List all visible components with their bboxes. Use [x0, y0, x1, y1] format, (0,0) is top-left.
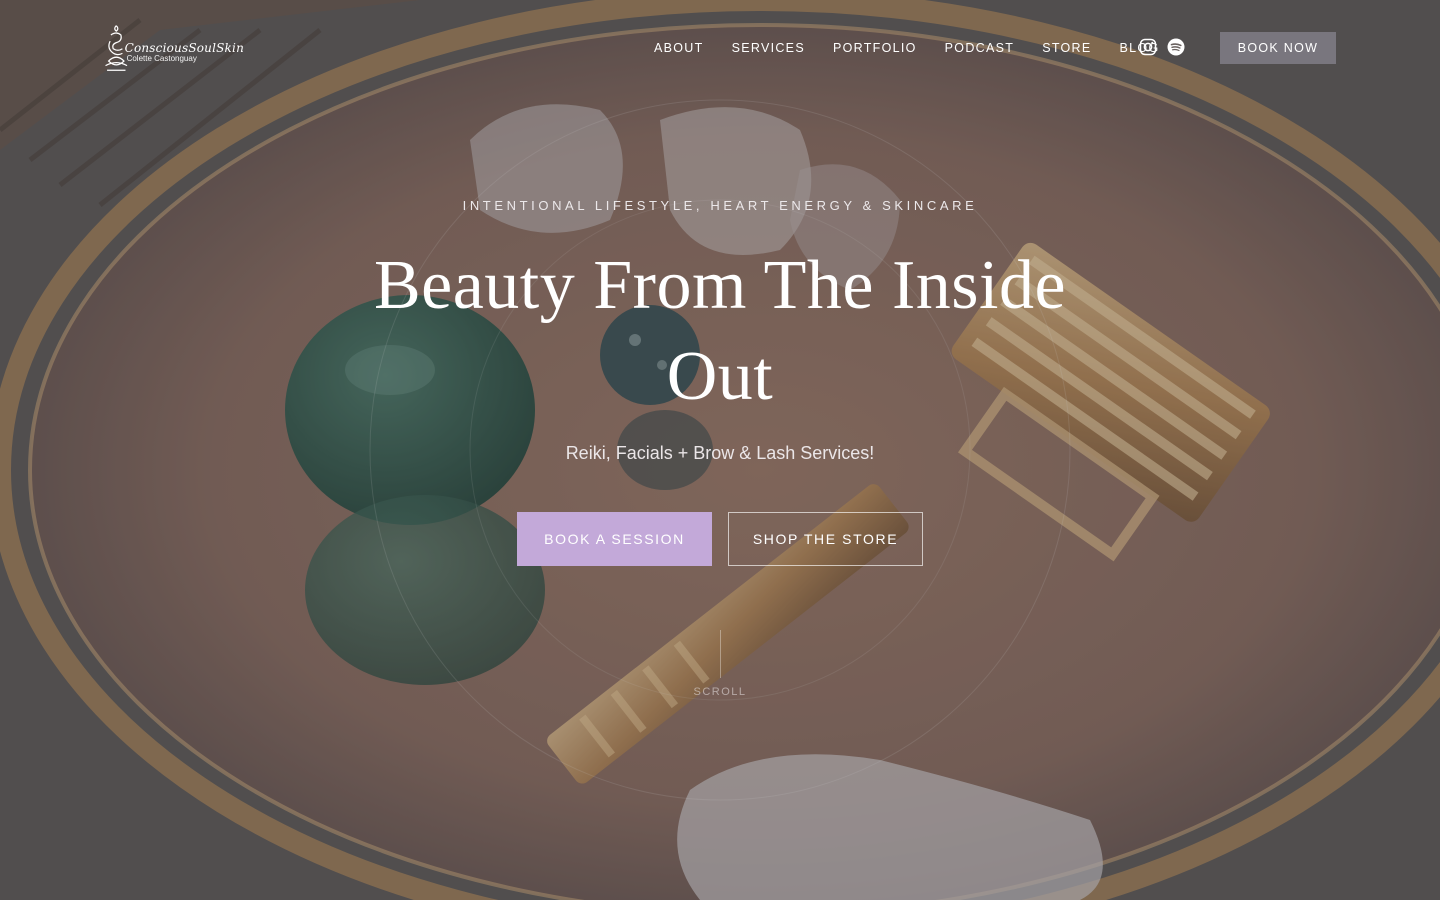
- brand-tagline: Colette Castonguay: [126, 53, 197, 63]
- scroll-indicator-line: [720, 630, 721, 678]
- hero-headline: Beauty From The Inside Out: [373, 247, 1067, 415]
- nav-item-portfolio[interactable]: PORTFOLIO: [833, 41, 917, 55]
- shop-store-button[interactable]: SHOP THE STORE: [728, 512, 923, 566]
- main-nav: ABOUT SERVICES PORTFOLIO PODCAST STORE B…: [640, 38, 1173, 58]
- nav-item-about[interactable]: ABOUT: [654, 41, 704, 55]
- nav-item-services[interactable]: SERVICES: [732, 41, 805, 55]
- spotify-icon[interactable]: [1167, 38, 1185, 56]
- brand-name: ConsciousSoulSkin: [124, 40, 244, 55]
- scroll-indicator-label[interactable]: SCROLL: [0, 686, 1440, 698]
- site-logo[interactable]: ConsciousSoulSkin Colette Castonguay: [104, 14, 244, 82]
- hero-kicker: INTENTIONAL LIFESTYLE, HEART ENERGY & SK…: [462, 198, 978, 213]
- nav-item-podcast[interactable]: PODCAST: [945, 41, 1015, 55]
- social-links: [1139, 38, 1185, 56]
- instagram-icon[interactable]: [1139, 38, 1157, 56]
- book-session-button[interactable]: BOOK A SESSION: [517, 512, 712, 566]
- hero-subhead: Reiki, Facials + Brow & Lash Services!: [565, 443, 875, 463]
- book-now-button[interactable]: BOOK NOW: [1220, 32, 1336, 64]
- hero-section: ConsciousSoulSkin Colette Castonguay ABO…: [0, 0, 1440, 900]
- nav-item-store[interactable]: STORE: [1042, 41, 1091, 55]
